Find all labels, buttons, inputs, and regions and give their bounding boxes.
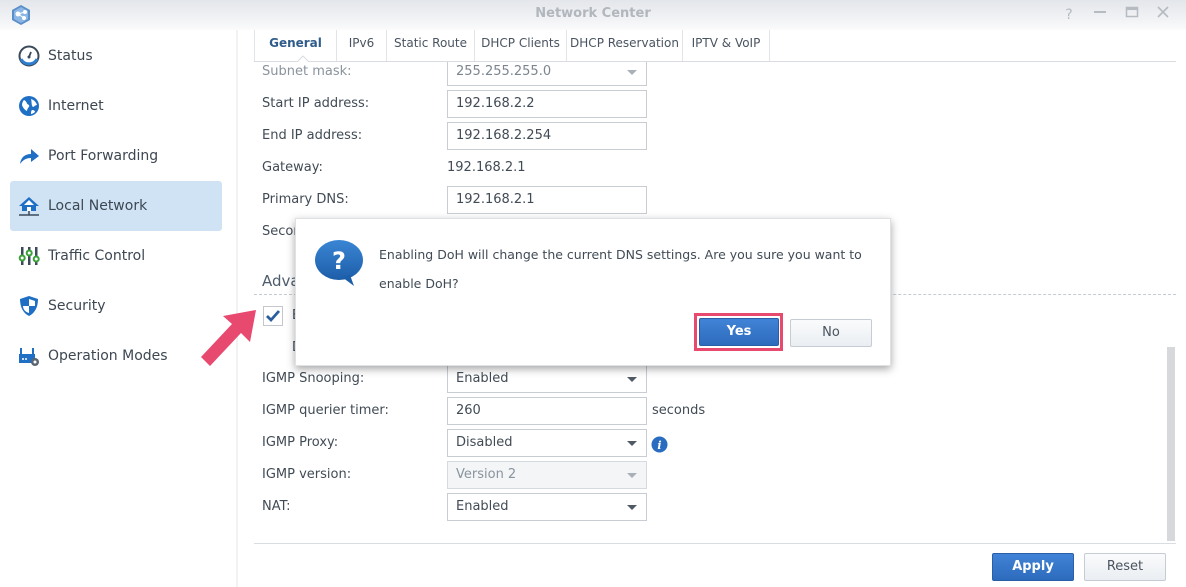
secondary-dns-label: Secor [262,224,299,239]
primary-dns-input[interactable]: 192.168.2.1 [447,186,647,214]
yes-button[interactable]: Yes [699,318,779,346]
svg-text:?: ? [332,247,346,275]
vertical-scrollbar[interactable] [1167,347,1175,541]
minimize-icon[interactable] [1090,5,1110,25]
primary-dns-label: Primary DNS: [262,192,349,207]
sidebar-item-status[interactable]: Status [10,31,222,81]
tab-general[interactable]: General [254,30,336,62]
annotation-arrow-icon [201,310,256,366]
sidebar-item-operation-modes[interactable]: Operation Modes [10,331,222,381]
speedometer-icon [18,45,40,67]
sidebar-item-traffic-control[interactable]: Traffic Control [10,231,222,281]
chevron-down-icon [627,377,637,382]
no-button[interactable]: No [790,319,872,347]
sidebar-item-security[interactable]: Security [10,281,222,331]
end-ip-input[interactable]: 192.168.2.254 [447,122,647,150]
window-title: Network Center [535,6,651,21]
igmp-version-label: IGMP version: [262,467,352,482]
chevron-down-icon [627,473,637,478]
igmp-querier-timer-label: IGMP querier timer: [262,403,389,418]
tab-static-route[interactable]: Static Route [386,30,474,61]
igmp-proxy-label: IGMP Proxy: [262,435,339,450]
checkmark-icon [266,310,281,323]
tab-ipv6[interactable]: IPv6 [336,30,386,61]
footer-divider [254,543,1176,544]
igmp-version-select: Version 2 [447,461,647,489]
active-tab-caret [297,55,309,62]
globe-icon [18,95,40,117]
igmp-proxy-select[interactable]: Disabled [447,429,647,457]
router-gear-icon [18,345,40,367]
network-center-window: Network Center ? Status Internet Port Fo… [0,0,1186,587]
sliders-icon [18,245,40,267]
dialog-message: Enabling DoH will change the current DNS… [379,247,862,291]
apply-button[interactable]: Apply [992,553,1074,581]
confirm-doh-dialog: ? Enabling DoH will change the current D… [295,218,891,366]
svg-text:i: i [657,439,661,452]
chevron-down-icon [627,441,637,446]
end-ip-label: End IP address: [262,128,363,143]
tab-bar: General IPv6 Static Route DHCP Clients D… [254,30,1176,62]
gateway-value: 192.168.2.1 [447,160,526,175]
chevron-down-icon [627,70,637,75]
help-icon[interactable]: ? [1059,5,1079,25]
igmp-snooping-select[interactable]: Enabled [447,365,647,393]
tab-dhcp-clients[interactable]: DHCP Clients [474,30,566,61]
seconds-unit-label: seconds [652,403,706,418]
gateway-label: Gateway: [262,160,323,175]
close-icon[interactable] [1153,5,1173,25]
subnet-mask-select[interactable]: 255.255.255.0 [447,62,647,86]
enable-doh-checkbox[interactable] [263,306,283,326]
sidebar-item-local-network[interactable]: Local Network [10,181,222,231]
reset-button[interactable]: Reset [1084,553,1166,581]
home-network-icon [18,195,40,217]
title-bar: Network Center ? [0,0,1186,30]
shield-icon [18,295,40,317]
question-bubble-icon: ? [315,240,363,286]
igmp-querier-timer-input[interactable]: 260 [447,397,647,425]
tab-iptv-voip[interactable]: IPTV & VoIP [682,30,769,61]
nat-select[interactable]: Enabled [447,493,647,521]
advanced-section-title: Adva [262,272,300,290]
subnet-mask-label: Subnet mask: [262,64,352,79]
tab-divider [769,30,770,61]
start-ip-input[interactable]: 192.168.2.2 [447,90,647,118]
igmp-snooping-label: IGMP Snooping: [262,371,365,386]
sidebar-item-internet[interactable]: Internet [10,81,222,131]
tab-dhcp-reservation[interactable]: DHCP Reservation [566,30,682,61]
chevron-down-icon [627,505,637,510]
nat-label: NAT: [262,499,291,514]
maximize-icon[interactable] [1122,5,1142,25]
sidebar-item-port-forwarding[interactable]: Port Forwarding [10,131,222,181]
info-icon[interactable]: i [651,436,668,453]
start-ip-label: Start IP address: [262,96,370,111]
forward-arrow-icon [18,145,40,167]
